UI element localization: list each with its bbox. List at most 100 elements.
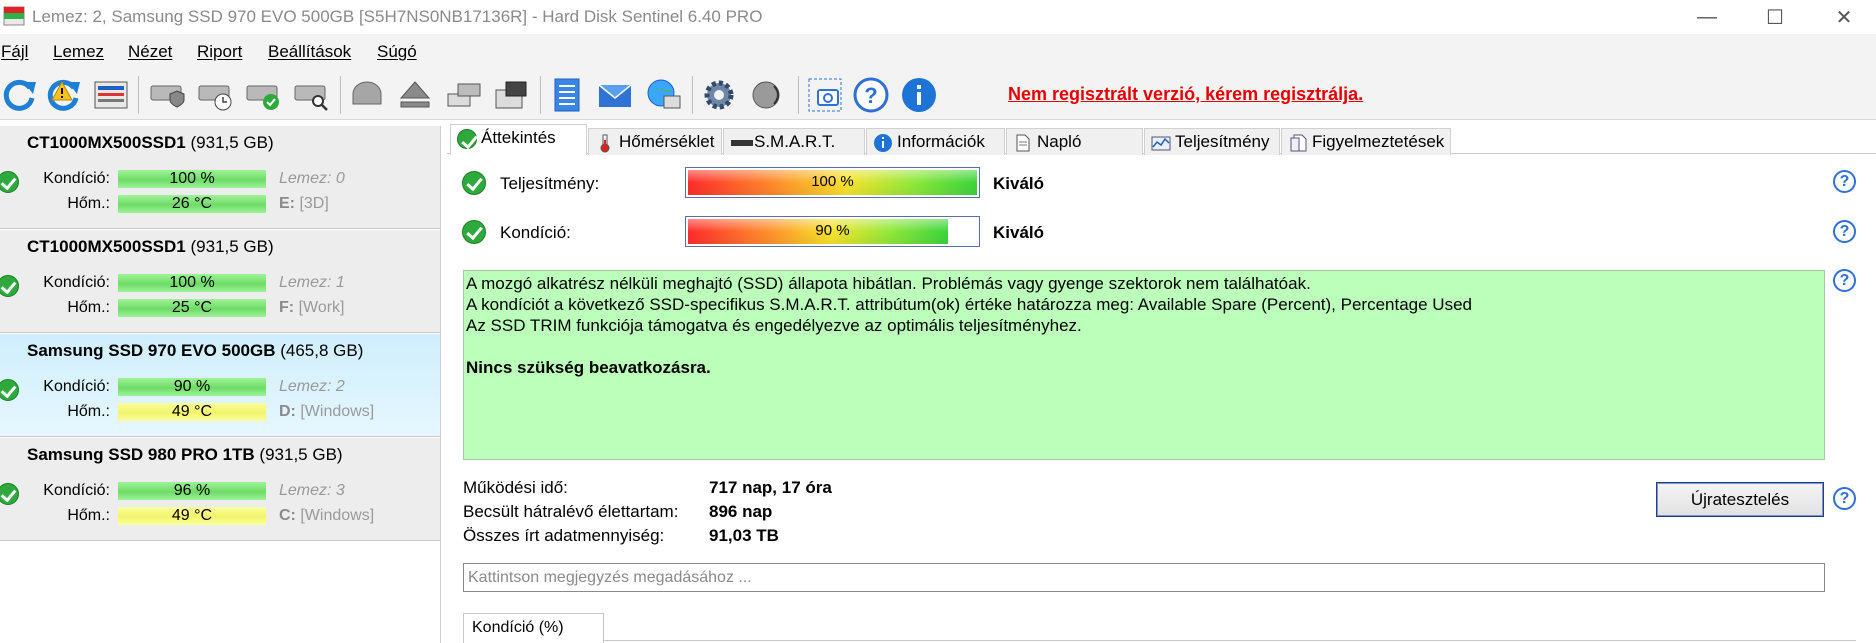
tab-label: Információk — [897, 132, 985, 151]
temperature-label: Hőm.: — [67, 299, 110, 316]
status-line: A mozgó alkatrész nélküli meghajtó (SSD)… — [466, 274, 1311, 293]
disk-title: Samsung SSD 970 EVO 500GB (465,8 GB) — [27, 341, 364, 360]
window-title: Lemez: 2, Samsung SSD 970 EVO 500GB [S5H… — [32, 7, 763, 26]
menu-help[interactable]: Súgó — [377, 42, 417, 62]
performance-label: Teljesítmény: — [500, 174, 600, 193]
svg-text:?: ? — [864, 83, 877, 108]
disk-list: CT1000MX500SSD1 (931,5 GB) Kondíció: 100… — [0, 126, 441, 643]
condition-bar: 100 % — [118, 170, 266, 188]
info-icon — [874, 134, 892, 152]
tab-label: Figyelmeztetések — [1312, 132, 1445, 151]
tab-label: Napló — [1037, 132, 1082, 151]
title-bar: Lemez: 2, Samsung SSD 970 EVO 500GB [S5H… — [0, 0, 1876, 34]
drive-box-icon[interactable] — [492, 76, 530, 114]
performance-rating: Kiváló — [993, 174, 1045, 193]
tab-label: Hőmérséklet — [619, 132, 715, 151]
toolbar-separator — [340, 76, 341, 114]
mail-icon[interactable] — [596, 76, 634, 114]
disk-item[interactable]: CT1000MX500SSD1 (931,5 GB) Kondíció: 100… — [0, 230, 440, 333]
condition-label: Kondíció: — [43, 482, 110, 499]
app-logo-icon — [3, 6, 25, 26]
disk-check-icon[interactable] — [244, 76, 282, 114]
status-line: A kondíciót a következő SSD-specifikus S… — [466, 295, 1472, 314]
toolbar-separator — [798, 76, 799, 114]
info-icon[interactable] — [900, 76, 938, 114]
disk-volume: D: [Windows] — [279, 403, 375, 420]
menu-file[interactable]: Fájl — [1, 42, 28, 62]
menu-settings[interactable]: Beállítások — [268, 42, 351, 62]
minimize-button[interactable]: — — [1675, 0, 1739, 34]
disk-index: Lemez: 0 — [279, 170, 345, 187]
tab-alerts[interactable]: Figyelmeztetések — [1281, 128, 1451, 155]
disk-panel-icon[interactable] — [92, 76, 130, 114]
retest-button[interactable]: Újratesztelés — [1656, 482, 1824, 517]
settings-icon[interactable] — [700, 76, 738, 114]
status-action: Nincs szükség beavatkozásra. — [466, 358, 711, 377]
disk-title: CT1000MX500SSD1 (931,5 GB) — [27, 133, 274, 152]
thermometer-icon — [600, 134, 610, 153]
disk-item[interactable]: CT1000MX500SSD1 (931,5 GB) Kondíció: 100… — [0, 126, 440, 229]
disk-volume: E: [3D] — [279, 195, 329, 212]
close-button[interactable]: ✕ — [1812, 0, 1876, 34]
performance-value: 100 % — [811, 173, 854, 190]
sound-icon[interactable] — [748, 76, 786, 114]
menu-view[interactable]: Nézet — [128, 42, 172, 62]
condition-bar: 90 % — [118, 378, 266, 396]
maximize-button[interactable]: ☐ — [1743, 0, 1807, 34]
network-icon[interactable] — [644, 76, 682, 114]
temperature-bar: 25 °C — [118, 299, 266, 317]
temperature-label: Hőm.: — [67, 195, 110, 212]
help-icon[interactable]: ? — [1833, 220, 1856, 243]
tab-temperature[interactable]: Hőmérséklet — [588, 128, 722, 155]
eject-icon[interactable] — [396, 76, 434, 114]
condition-meter: 90 % — [685, 216, 980, 247]
remaining-lifetime-label: Becsült hátralévő élettartam: — [463, 502, 679, 521]
unregistered-link[interactable]: Nem regisztrált verzió, kérem regisztrál… — [1008, 84, 1363, 105]
disk-search-icon[interactable] — [292, 76, 330, 114]
disk-clock-icon[interactable] — [196, 76, 234, 114]
tab-bar: Áttekintés Hőmérséklet S.M.A.R.T. Inform… — [447, 124, 1876, 155]
tab-performance[interactable]: Teljesítmény — [1144, 128, 1280, 155]
condition-ok-icon — [462, 220, 486, 244]
drives-icon[interactable] — [444, 76, 482, 114]
status-line: Az SSD TRIM funkciója támogatva és enged… — [466, 316, 1082, 335]
remaining-lifetime-value: 896 nap — [709, 502, 773, 521]
temperature-bar: 26 °C — [118, 195, 266, 213]
refresh-icon[interactable] — [0, 76, 38, 114]
temperature-bar: 49 °C — [118, 403, 266, 421]
performance-meter: 100 % — [685, 167, 980, 198]
help-icon[interactable]: ? — [1833, 170, 1856, 193]
disk-item-selected[interactable]: Samsung SSD 970 EVO 500GB (465,8 GB) Kon… — [0, 334, 440, 437]
disk-index: Lemez: 3 — [279, 482, 345, 499]
temperature-label: Hőm.: — [67, 507, 110, 524]
tab-overview[interactable]: Áttekintés — [450, 124, 587, 155]
disk-gray-icon[interactable] — [348, 76, 386, 114]
help-icon[interactable]: ? — [1833, 269, 1856, 292]
menu-report[interactable]: Riport — [197, 42, 242, 62]
tab-log[interactable]: Napló — [1006, 128, 1143, 155]
total-written-value: 91,03 TB — [709, 526, 779, 545]
disk-item[interactable]: Samsung SSD 980 PRO 1TB (931,5 GB) Kondí… — [0, 438, 440, 541]
status-description: A mozgó alkatrész nélküli meghajtó (SSD)… — [463, 270, 1825, 460]
disk-volume: F: [Work] — [279, 299, 345, 316]
tab-smart[interactable]: S.M.A.R.T. — [723, 128, 865, 155]
disk-shield-icon[interactable] — [148, 76, 186, 114]
report-icon[interactable] — [548, 76, 586, 114]
screenshot-icon[interactable] — [806, 76, 844, 114]
condition-label: Kondíció: — [43, 170, 110, 187]
condition-label: Kondíció: — [500, 223, 571, 242]
menu-disk[interactable]: Lemez — [53, 42, 104, 62]
check-icon — [457, 129, 477, 149]
tab-condition-chart[interactable]: Kondíció (%) — [463, 613, 604, 643]
chart-icon — [1151, 136, 1171, 151]
tab-information[interactable]: Információk — [866, 128, 1005, 155]
disk-index: Lemez: 2 — [279, 378, 345, 395]
note-input[interactable] — [463, 563, 1825, 592]
toolbar-separator — [692, 76, 693, 114]
tab-label: Áttekintés — [481, 128, 556, 147]
help-icon[interactable]: ? — [852, 76, 890, 114]
temperature-label: Hőm.: — [67, 403, 110, 420]
refresh-warning-icon[interactable] — [44, 76, 82, 114]
help-icon[interactable]: ? — [1833, 487, 1856, 510]
disk-index: Lemez: 1 — [279, 274, 345, 291]
